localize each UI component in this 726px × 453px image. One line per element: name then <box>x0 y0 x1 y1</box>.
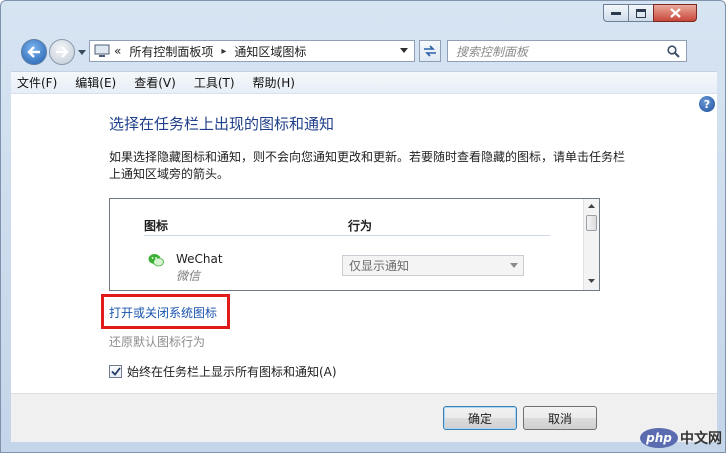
column-header-icon: 图标 <box>144 219 169 233</box>
minimize-icon <box>611 12 621 15</box>
window: « 所有控制面板项 ▸ 通知区域图标 搜索控制面板 文件(F) 编辑(E) 查看… <box>0 0 726 453</box>
checkbox-label[interactable]: 始终在任务栏上显示所有图标和通知(A) <box>127 363 337 380</box>
column-header-behavior: 行为 <box>348 219 373 233</box>
app-subtitle: 微信 <box>176 269 201 283</box>
system-icons-link[interactable]: 打开或关闭系统图标 <box>109 304 217 321</box>
back-arrow-icon <box>27 46 40 58</box>
cancel-button[interactable]: 取消 <box>523 406 597 430</box>
scroll-up-icon[interactable] <box>588 204 595 208</box>
search-input[interactable]: 搜索控制面板 <box>447 40 687 62</box>
page-title: 选择在任务栏上出现的图标和通知 <box>109 115 335 133</box>
menu-file[interactable]: 文件(F) <box>17 74 57 91</box>
chevron-down-icon[interactable] <box>400 48 408 53</box>
content-area: ? 选择在任务栏上出现的图标和通知 如果选择隐藏图标和通知，则不会向您通知更改和… <box>11 93 717 393</box>
refresh-button[interactable] <box>419 40 441 62</box>
scroll-down-icon[interactable] <box>588 279 595 283</box>
checkbox-box[interactable] <box>109 365 122 378</box>
vertical-scrollbar[interactable] <box>583 199 599 290</box>
watermark-text: 中文网 <box>680 431 722 447</box>
navigation-bar: « 所有控制面板项 ▸ 通知区域图标 搜索控制面板 <box>15 37 715 65</box>
command-area: 确定 取消 <box>11 393 717 442</box>
menu-tools[interactable]: 工具(T) <box>194 74 235 91</box>
close-button[interactable] <box>653 4 697 22</box>
watermark: php 中文网 <box>640 428 722 448</box>
show-all-icons-checkbox[interactable]: 始终在任务栏上显示所有图标和通知(A) <box>109 363 337 380</box>
notification-icons-list[interactable]: 图标 行为 WeChat 微信 仅显示通知 <box>109 198 600 291</box>
control-panel-icon <box>94 44 110 57</box>
checkmark-icon <box>110 367 121 376</box>
menu-bar: 文件(F) 编辑(E) 查看(V) 工具(T) 帮助(H) <box>11 71 717 93</box>
address-box[interactable]: « 所有控制面板项 ▸ 通知区域图标 <box>89 40 415 62</box>
search-icon[interactable] <box>667 45 680 58</box>
wechat-icon <box>148 254 164 267</box>
help-icon[interactable]: ? <box>699 96 715 112</box>
chevron-down-icon <box>78 49 86 55</box>
menu-view[interactable]: 查看(V) <box>134 74 176 91</box>
caption-buttons <box>603 4 697 22</box>
watermark-logo: php <box>640 428 678 448</box>
app-name: WeChat <box>176 252 223 266</box>
recent-pages-dropdown[interactable] <box>77 47 87 57</box>
chevron-down-icon <box>510 263 518 268</box>
forward-button[interactable] <box>49 39 75 65</box>
breadcrumb-item-notification-icons[interactable]: 通知区域图标 <box>234 43 306 60</box>
restore-defaults-link: 还原默认图标行为 <box>109 335 206 349</box>
ok-button[interactable]: 确定 <box>443 406 517 430</box>
search-placeholder: 搜索控制面板 <box>456 44 529 59</box>
breadcrumb-item-all-control-panel[interactable]: 所有控制面板项 <box>129 43 213 60</box>
header-divider <box>144 235 550 236</box>
maximize-button[interactable] <box>628 4 654 22</box>
maximize-icon <box>636 8 646 18</box>
page-description: 如果选择隐藏图标和通知，则不会向您通知更改和更新。若要随时查看隐藏的图标，请单击… <box>109 150 626 181</box>
menu-edit[interactable]: 编辑(E) <box>75 74 116 91</box>
minimize-button[interactable] <box>603 4 629 22</box>
behavior-select[interactable]: 仅显示通知 <box>342 255 524 276</box>
forward-arrow-icon <box>56 46 69 58</box>
refresh-icon <box>424 45 436 57</box>
behavior-select-value: 仅显示通知 <box>349 259 410 273</box>
scrollbar-thumb[interactable] <box>586 215 597 231</box>
breadcrumb-separator[interactable]: ▸ <box>221 46 226 57</box>
close-icon <box>669 8 681 18</box>
breadcrumb-prefix: « <box>114 44 122 58</box>
back-button[interactable] <box>21 39 47 65</box>
menu-help[interactable]: 帮助(H) <box>253 74 295 91</box>
